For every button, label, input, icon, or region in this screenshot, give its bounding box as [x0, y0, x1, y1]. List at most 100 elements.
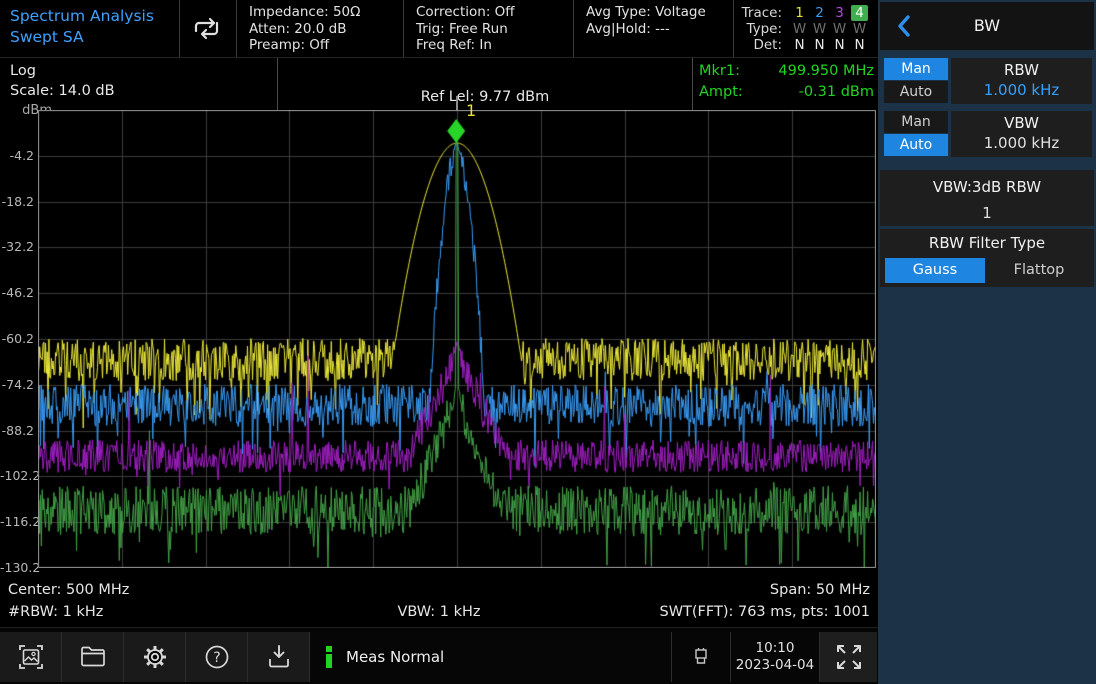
ratio-value: 1: [880, 196, 1094, 222]
continuous-sweep-button[interactable]: [180, 0, 237, 57]
sweep-time-readout: SWT(FFT): 763 ms, pts: 1001: [659, 601, 870, 623]
panel-title: BW: [880, 16, 1094, 35]
spectrum-display: dBm -4.2-18.2-32.2-46.2-60.2-74.2-88.2-1…: [0, 110, 878, 578]
filter-flattop-button[interactable]: Flattop: [989, 258, 1089, 283]
status-row: Log Scale: 14.0 dB Ref Lel: 9.77 dBm Mkr…: [0, 58, 878, 110]
trace-status-table[interactable]: Trace:1234Type:WWWWDet:NNNN: [734, 0, 878, 57]
vbw-man-auto-toggle: Man Auto: [884, 111, 948, 157]
trace-cell-4[interactable]: 4: [851, 5, 868, 21]
trace-table-row-type: Type:WWWW: [734, 21, 878, 37]
y-tick--4.2: -4.2: [0, 148, 34, 163]
vbw-section: Man Auto VBW 1.000 kHz: [880, 110, 1094, 158]
vbw-rbw-ratio-button[interactable]: VBW:3dB RBW 1: [880, 170, 1094, 226]
det-cell-1: N: [791, 37, 808, 53]
trace-table-label: Type:: [734, 21, 782, 37]
settings-button[interactable]: [124, 632, 186, 682]
folder-icon: [78, 642, 108, 672]
clock-display[interactable]: 10:10 2023-04-04: [731, 640, 819, 674]
toolbar-right-cluster: 10:10 2023-04-04: [671, 628, 878, 684]
marker-number-label: 1: [466, 101, 476, 120]
y-tick--74.2: -74.2: [0, 377, 34, 392]
menu-panel-bw: BW Man Auto RBW 1.000 kHz Man Auto VBW 1…: [878, 0, 1096, 684]
ref-level-section[interactable]: Ref Lel: 9.77 dBm: [278, 58, 693, 110]
span-readout[interactable]: Span: 50 MHz: [770, 579, 870, 601]
panel-header: BW: [880, 2, 1094, 50]
y-tick--46.2: -46.2: [0, 285, 34, 300]
det-cell-3: N: [831, 37, 848, 53]
continuous-sweep-icon: [191, 14, 225, 44]
vbw-value: 1.000 kHz: [951, 134, 1092, 152]
type-cell-1: W: [791, 21, 808, 37]
y-tick--60.2: -60.2: [0, 331, 34, 346]
trace-plot-area[interactable]: [38, 110, 876, 568]
filter-gauss-button[interactable]: Gauss: [885, 258, 985, 283]
measurement-status-text: Meas Normal: [346, 648, 444, 666]
marker-amplitude: -0.31 dBm: [799, 82, 874, 103]
rbw-auto-button[interactable]: Auto: [884, 81, 948, 103]
sweep-annotations: Center: 500 MHz #RBW: 1 kHz VBW: 1 kHz S…: [0, 579, 878, 625]
vbw-label: VBW: [951, 114, 1092, 132]
trace-cell-1[interactable]: 1: [791, 5, 808, 21]
rbw-filter-type-section: RBW Filter Type Gauss Flattop: [880, 229, 1094, 287]
bottom-toolbar: ? Meas Normal: [0, 627, 878, 684]
help-icon: ?: [202, 642, 232, 672]
rbw-section: Man Auto RBW 1.000 kHz: [880, 57, 1094, 105]
y-tick--32.2: -32.2: [0, 239, 34, 254]
avg-type-readout: Avg Type: Voltage: [586, 4, 733, 21]
trigger-settings: Correction: Off Trig: Free Run Freq Ref:…: [404, 0, 574, 57]
spectrum-analyzer-screen: Spectrum Analysis Swept SA Impedance: 50…: [0, 0, 1096, 684]
rbw-value-button[interactable]: RBW 1.000 kHz: [951, 58, 1092, 104]
det-cell-4: N: [851, 37, 868, 53]
vbw-auto-button[interactable]: Auto: [884, 134, 948, 156]
rbw-value: 1.000 kHz: [951, 81, 1092, 99]
trace-table-row-trace: Trace:1234: [734, 5, 878, 21]
save-button[interactable]: [248, 632, 310, 682]
correction-readout: Correction: Off: [416, 4, 573, 21]
marker-frequency: 499.950 MHz: [778, 61, 874, 82]
info-icon: [326, 646, 332, 668]
header-bar: Spectrum Analysis Swept SA Impedance: 50…: [0, 0, 878, 58]
marker-ampt-label: Ampt:: [699, 82, 743, 103]
rbw-man-button[interactable]: Man: [884, 58, 948, 80]
app-title: Spectrum Analysis Swept SA: [0, 0, 180, 57]
vbw-value-button[interactable]: VBW 1.000 kHz: [951, 111, 1092, 157]
det-cell-2: N: [811, 37, 828, 53]
file-browser-button[interactable]: [62, 632, 124, 682]
freq-ref-readout: Freq Ref: In: [416, 37, 573, 54]
screenshot-button[interactable]: [0, 632, 62, 682]
trig-readout: Trig: Free Run: [416, 21, 573, 38]
ref-level-readout[interactable]: Ref Lel: 9.77 dBm: [278, 89, 692, 105]
trace-cell-2[interactable]: 2: [811, 5, 828, 21]
center-frequency-readout[interactable]: Center: 500 MHz: [8, 579, 129, 601]
type-cell-4: W: [851, 21, 868, 37]
measurement-status: Meas Normal: [326, 646, 671, 668]
fullscreen-button[interactable]: [820, 632, 877, 682]
usb-icon: [691, 646, 711, 668]
y-tick--18.2: -18.2: [0, 194, 34, 209]
trace-cell-3[interactable]: 3: [831, 5, 848, 21]
preamp-readout: Preamp: Off: [249, 37, 403, 54]
y-tick--116.2: -116.2: [0, 514, 34, 529]
type-cell-3: W: [831, 21, 848, 37]
marker-label: Mkr1:: [699, 61, 740, 82]
marker-readout: Mkr1: 499.950 MHz Ampt: -0.31 dBm: [693, 58, 878, 110]
help-button[interactable]: ?: [186, 632, 248, 682]
y-tick--88.2: -88.2: [0, 423, 34, 438]
time-text: 10:10: [731, 640, 819, 657]
rbw-man-auto-toggle: Man Auto: [884, 58, 948, 104]
usb-status: [672, 646, 730, 668]
atten-readout: Atten: 20.0 dB: [249, 21, 403, 38]
app-title-line1: Spectrum Analysis: [10, 6, 179, 27]
screenshot-icon: [16, 642, 46, 672]
date-text: 2023-04-04: [731, 657, 819, 674]
trace-table-row-det: Det:NNNN: [734, 37, 878, 53]
avg-hold-readout: Avg|Hold: ---: [586, 21, 733, 38]
settings-gear-icon: [139, 641, 171, 673]
ratio-label: VBW:3dB RBW: [880, 170, 1094, 196]
filter-type-label: RBW Filter Type: [880, 229, 1094, 252]
vbw-man-button[interactable]: Man: [884, 111, 948, 133]
fullscreen-arrows-icon: [832, 640, 866, 674]
save-icon: [264, 642, 294, 672]
scale-per-div: Scale: 14.0 dB: [10, 81, 277, 101]
y-tick--130.2: -130.2: [0, 560, 34, 575]
